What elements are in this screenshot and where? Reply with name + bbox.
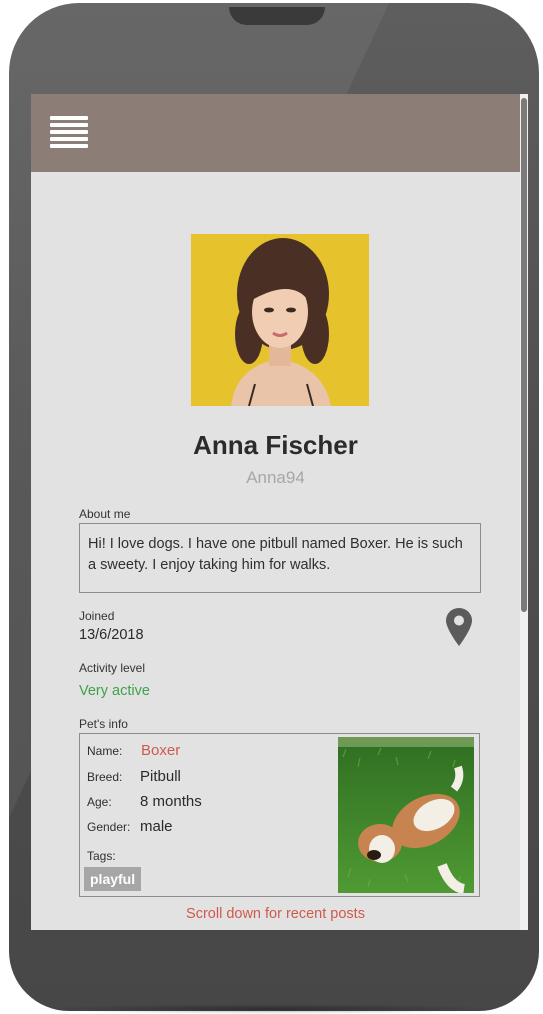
phone-frame: Anna Fischer Anna94 About me Hi! I love … (9, 3, 539, 1011)
hamburger-menu-icon[interactable] (50, 116, 88, 148)
pet-name-key: Name: (87, 744, 123, 758)
pet-breed-value: Pitbull (140, 768, 181, 785)
pet-breed-key: Breed: (87, 770, 123, 784)
pet-tags-key: Tags: (87, 849, 116, 863)
top-app-bar (31, 94, 520, 172)
about-text-box: Hi! I love dogs. I have one pitbull name… (79, 523, 481, 593)
pet-info-box: Name: Boxer Breed: Pitbull Age: 8 months… (79, 733, 480, 897)
profile-name: Anna Fischer (193, 430, 358, 460)
profile-username: Anna94 (246, 468, 305, 487)
joined-label: Joined (79, 609, 115, 623)
pet-tag[interactable]: playful (84, 867, 142, 891)
pet-photo (338, 737, 474, 893)
about-label: About me (79, 507, 131, 521)
scrollbar-thumb[interactable] (521, 98, 527, 612)
map-pin-icon[interactable] (446, 608, 472, 646)
joined-date: 13/6/2018 (79, 627, 144, 643)
pet-gender-key: Gender: (87, 820, 131, 834)
activity-label: Activity level (79, 661, 146, 675)
activity-value: Very active (79, 683, 150, 699)
profile-avatar (191, 234, 369, 406)
scroll-hint[interactable]: Scroll down for recent posts (31, 906, 520, 922)
pet-age-key: Age: (87, 795, 112, 809)
pet-gender-value: male (140, 818, 173, 835)
pet-name-value[interactable]: Boxer (141, 742, 180, 759)
app-screen: Anna Fischer Anna94 About me Hi! I love … (31, 94, 528, 930)
pet-age-value: 8 months (140, 793, 202, 810)
vertical-scrollbar[interactable] (520, 94, 528, 930)
phone-speaker (229, 7, 325, 25)
pet-info-label: Pet's info (79, 717, 128, 731)
